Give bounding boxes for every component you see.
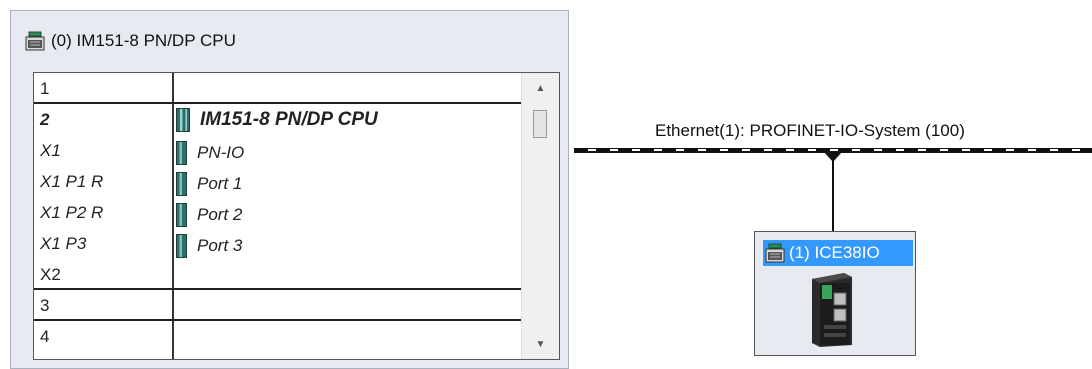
module-label: PN-IO [197,143,245,162]
port-module-icon [176,234,187,258]
station-icon [765,243,785,263]
slot-label: 3 [40,296,50,315]
table-row[interactable]: 2 IM151-8 PN/DP CPU [34,104,521,135]
table-row[interactable]: 1 [34,73,521,104]
module-label: Port 3 [197,236,243,255]
slot-label: X2 [40,265,61,284]
slot-label: X1 [40,141,61,160]
module-cell[interactable]: PN-IO [176,141,244,165]
io-device-image [808,269,856,349]
slot-label: X1 P3 [40,234,87,253]
module-cell[interactable]: IM151-8 PN/DP CPU [176,108,378,132]
table-row[interactable]: X1 P2 R Port 2 [34,197,521,228]
cpu-module-icon [176,108,190,132]
device-title-label: (1) ICE38IO [789,243,880,262]
table-row[interactable]: X1 PN-IO [34,135,521,166]
configuration-table[interactable]: 1 2 IM151-8 PN/DP CPU X1 PN-IO X1 P1 R P… [33,72,560,360]
device-title[interactable]: (1) ICE38IO [763,240,913,266]
network-label[interactable]: Ethernet(1): PROFINET-IO-System (100) [655,121,965,141]
interface-module-icon [176,141,187,165]
slot-label: 4 [40,327,50,346]
vertical-scrollbar[interactable]: ▲ ▼ [521,73,559,359]
module-cell[interactable]: Port 2 [176,203,242,227]
scroll-thumb[interactable] [533,110,547,138]
table-row[interactable]: X1 P3 Port 3 [34,228,521,259]
table-row[interactable]: 3 [34,290,521,321]
slot-label: 2 [40,110,50,129]
scroll-down-arrow-icon[interactable]: ▼ [522,331,559,357]
module-cell[interactable]: Port 3 [176,234,242,258]
slot-label: X1 P2 R [40,203,104,222]
module-label: Port 1 [197,174,243,193]
table-row[interactable]: 4 [34,321,521,352]
port-module-icon [176,172,187,196]
bus-line-dashes [574,149,1092,151]
table-row[interactable]: X1 P1 R Port 1 [34,166,521,197]
slot-label: X1 P1 R [40,172,104,191]
rack-title-label: (0) IM151-8 PN/DP CPU [51,31,236,50]
module-label: IM151-8 PN/DP CPU [200,109,378,130]
device-connection-line [832,160,834,231]
station-icon [25,31,45,51]
io-device-box[interactable]: (1) ICE38IO [754,231,916,356]
table-row[interactable]: X2 [34,259,521,290]
module-cell[interactable]: Port 1 [176,172,242,196]
port-module-icon [176,203,187,227]
scroll-up-arrow-icon[interactable]: ▲ [522,75,559,101]
cpu-rack-window[interactable]: (0) IM151-8 PN/DP CPU 1 2 IM151-8 PN/DP … [10,10,569,369]
module-label: Port 2 [197,205,243,224]
slot-label: 1 [40,79,50,98]
rack-title[interactable]: (0) IM151-8 PN/DP CPU [25,29,236,53]
